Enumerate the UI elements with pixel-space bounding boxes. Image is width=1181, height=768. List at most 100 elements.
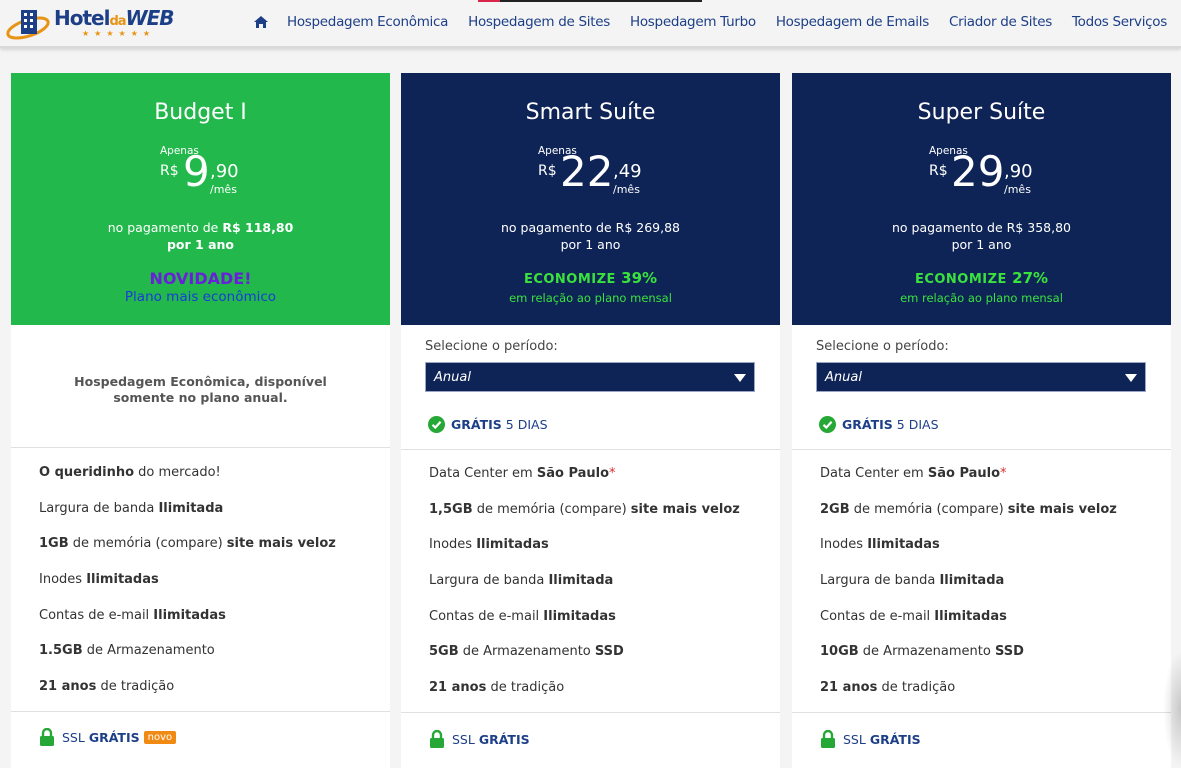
feature-list: O queridinho do mercado! Largura de band…: [39, 465, 336, 715]
annual-only-note-line2: somente no plano anual.: [113, 390, 288, 405]
feature-item: Contas de e-mail Ilimitadas: [39, 607, 226, 623]
feature-item: Contas de e-mail Ilimitadas: [429, 608, 616, 624]
site-logo[interactable]: HoteldaWEB ★★★★★★: [6, 4, 188, 42]
promo-label: ECONOMIZE: [914, 272, 1007, 287]
feature-item: 21 anos de tradição: [820, 680, 956, 696]
price-period: /mês: [210, 183, 237, 196]
feature-item: Inodes Ilimitadas: [820, 537, 940, 553]
plan-price: Apenas R$ 29 ,90 /mês: [792, 145, 1171, 203]
plan-price: Apenas R$ 22 ,49 /mês: [401, 145, 780, 203]
nav-hospedagem-de-emails[interactable]: Hospedagem de Emails: [776, 14, 929, 30]
promo-value: 27%: [1012, 269, 1049, 287]
plan-card-super-suite: Super Suíte Apenas R$ 29 ,90 /mês no pag…: [792, 73, 1171, 768]
logo-stars: ★★★★★★: [82, 29, 156, 38]
divider: [11, 447, 390, 448]
logo-wordmark: HoteldaWEB: [54, 6, 175, 30]
logo-da: da: [109, 14, 126, 29]
feature-item: Contas de e-mail Ilimitadas: [820, 608, 1007, 624]
lock-icon: [430, 730, 444, 748]
period-selector: Selecione o período: Anual: [425, 339, 755, 392]
annual-only-note-line1: Hospedagem Econômica, disponível: [74, 374, 327, 389]
payment-prefix: no pagamento de: [107, 220, 219, 235]
ssl-free: GRÁTIS: [88, 729, 140, 745]
feature-list: Data Center em São Paulo* 2GB de memória…: [820, 466, 1117, 716]
period-selector: Selecione o período: Anual: [816, 339, 1146, 392]
divider: [401, 449, 780, 450]
promo-label: ECONOMIZE: [523, 272, 616, 287]
price-period: /mês: [1004, 183, 1031, 196]
nav-hospedagem-de-sites[interactable]: Hospedagem de Sites: [468, 14, 610, 30]
caret-down-icon: [1125, 374, 1137, 382]
payment-prefix: no pagamento de: [891, 220, 1003, 235]
ssl-free: GRÁTIS: [869, 731, 921, 747]
payment-term: por 1 ano: [166, 237, 235, 252]
annual-only-note: Hospedagem Econômica, disponível somente…: [11, 374, 390, 406]
divider: [401, 712, 780, 713]
page-edge-shadow: [1163, 650, 1181, 768]
payment-prefix: no pagamento de: [500, 220, 612, 235]
nav-hospedagem-economica[interactable]: Hospedagem Econômica: [287, 14, 448, 30]
feature-item: Largura de banda Ilimitada: [820, 573, 1005, 589]
feature-item: Data Center em São Paulo*: [429, 466, 616, 481]
nav-hospedagem-turbo[interactable]: Hospedagem Turbo: [630, 14, 756, 30]
price-integer: 9: [183, 147, 210, 196]
period-select[interactable]: Anual: [816, 362, 1146, 392]
ssl-label: SSL: [452, 731, 475, 747]
plan-card-smart-suite: Smart Suíte Apenas R$ 22 ,49 /mês no pag…: [401, 73, 780, 768]
period-select-value: Anual: [434, 370, 471, 385]
payment-amount: R$ 269,88: [615, 220, 680, 235]
main-nav: Hospedagem Econômica Hospedagem de Sites…: [253, 14, 1167, 30]
payment-info: no pagamento de R$ 358,80 por 1 ano: [792, 219, 1171, 253]
feature-item: Largura de banda Ilimitada: [39, 500, 224, 516]
ssl-label: SSL: [843, 731, 866, 747]
price-integer: 29: [951, 147, 1005, 196]
logo-hotel: Hotel: [54, 6, 110, 30]
feature-list: Data Center em São Paulo* 1,5GB de memór…: [429, 466, 740, 716]
plan-name: Budget I: [154, 100, 247, 125]
ssl-info: SSL GRÁTIS novo: [40, 728, 177, 746]
feature-item: O queridinho do mercado!: [39, 465, 221, 480]
price-period: /mês: [613, 183, 640, 196]
check-circle-icon: [819, 416, 836, 433]
period-label: Selecione o período:: [425, 339, 558, 354]
feature-item: Inodes Ilimitadas: [429, 537, 549, 553]
nav-criador-de-sites[interactable]: Criador de Sites: [949, 14, 1052, 30]
plan-promo: ECONOMIZE 39% em relação ao plano mensal: [401, 269, 780, 308]
new-badge: novo: [143, 730, 177, 744]
ssl-label: SSL: [62, 729, 85, 745]
ssl-free: GRÁTIS: [478, 731, 530, 747]
feature-item: Inodes Ilimitadas: [39, 572, 159, 588]
feature-item: 10GB de Armazenamento SSD: [820, 644, 1024, 660]
price-cents: ,90: [210, 161, 239, 182]
caret-down-icon: [734, 374, 746, 382]
promo-title: NOVIDADE!: [149, 269, 252, 288]
trial-free: GRÁTIS: [451, 417, 502, 432]
trial-days: 5 DIAS: [505, 417, 548, 432]
period-select[interactable]: Anual: [425, 362, 755, 392]
lock-icon: [40, 728, 54, 746]
plan-header: Smart Suíte Apenas R$ 22 ,49 /mês no pag…: [401, 73, 780, 325]
promo-title: ECONOMIZE 39%: [401, 269, 780, 289]
nav-todos-servicos[interactable]: Todos Serviços: [1072, 14, 1167, 30]
plan-promo: NOVIDADE! Plano mais econômico: [11, 269, 390, 307]
top-navbar: HoteldaWEB ★★★★★★ Hospedagem Econômica H…: [0, 0, 1181, 48]
feature-item: 5GB de Armazenamento SSD: [429, 644, 624, 660]
free-trial: GRÁTIS 5 DIAS: [819, 416, 939, 433]
home-icon[interactable]: [253, 15, 269, 29]
feature-item: 21 anos de tradição: [429, 680, 565, 696]
trial-free: GRÁTIS: [842, 417, 893, 432]
promo-value: 39%: [621, 269, 658, 287]
payment-info: no pagamento de R$ 118,80 por 1 ano: [11, 219, 390, 253]
promo-subtitle: em relação ao plano mensal: [509, 291, 672, 305]
plan-price: Apenas R$ 9 ,90 /mês: [11, 145, 390, 203]
feature-item: 21 anos de tradição: [39, 679, 175, 695]
plan-promo: ECONOMIZE 27% em relação ao plano mensal: [792, 269, 1171, 308]
price-integer: 22: [560, 147, 614, 196]
feature-item: 2GB de memória (compare) site mais veloz: [820, 501, 1117, 517]
feature-item: Data Center em São Paulo*: [820, 466, 1007, 481]
plan-name: Super Suíte: [917, 100, 1046, 125]
payment-amount: R$ 358,80: [1006, 220, 1071, 235]
feature-item: 1GB de memória (compare) site mais veloz: [39, 536, 336, 552]
price-cents: ,49: [613, 161, 642, 182]
top-accent-bar: [478, 0, 702, 2]
